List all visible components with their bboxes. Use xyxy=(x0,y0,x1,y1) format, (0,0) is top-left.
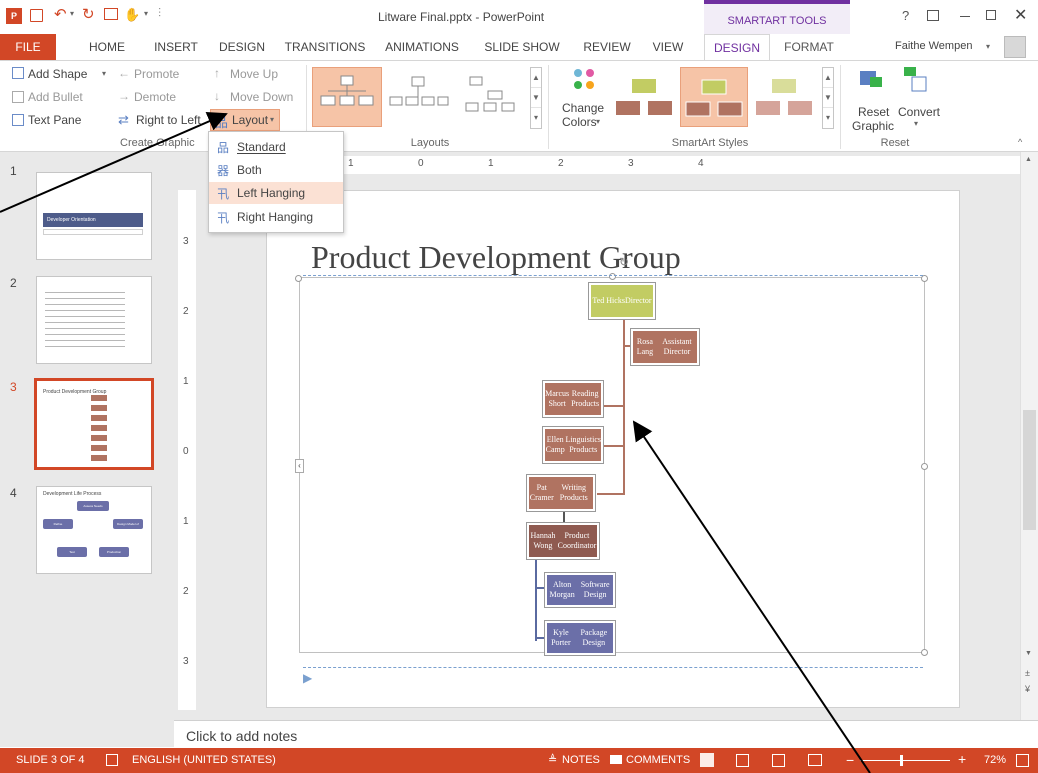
callout-arrows xyxy=(0,111,871,773)
callout-arrow-org-chart xyxy=(632,420,871,773)
callout-arrow-layout xyxy=(0,111,228,213)
powerpoint-window: P ↶ ▾ ↻ ✋ ▾ ⫶ Litware Final.pptx - Power… xyxy=(0,0,1038,773)
